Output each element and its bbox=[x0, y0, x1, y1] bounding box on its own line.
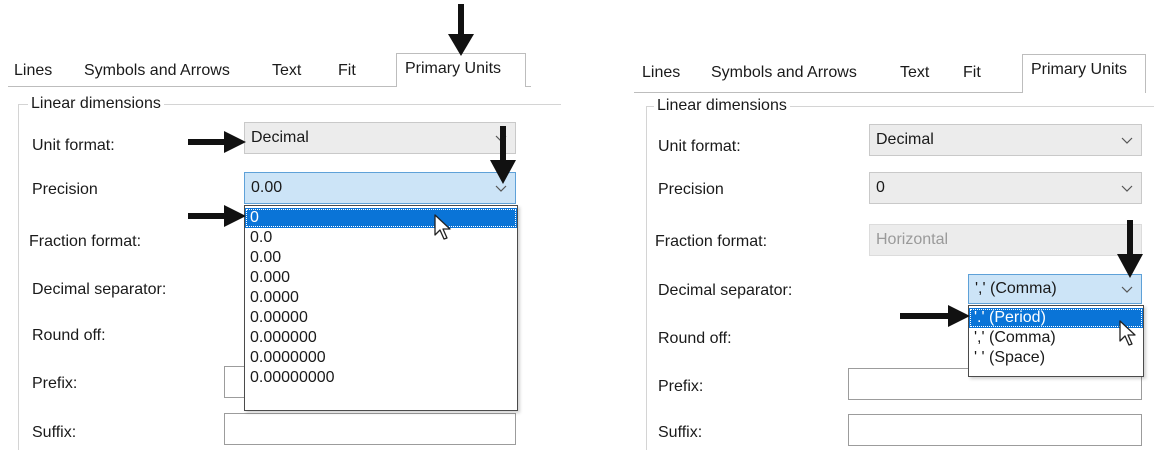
down-arrow-annotation-icon bbox=[448, 4, 474, 61]
decimal-separator-label: Decimal separator: bbox=[658, 282, 793, 299]
prefix-label: Prefix: bbox=[658, 378, 704, 395]
decimal-separator-value: ',' (Comma) bbox=[975, 280, 1057, 297]
unit-format-value: Decimal bbox=[876, 131, 934, 148]
down-arrow-annotation-icon bbox=[1117, 220, 1143, 283]
unit-format-value: Decimal bbox=[251, 129, 309, 146]
precision-option[interactable]: 0.00 bbox=[245, 248, 517, 268]
right-arrow-annotation-icon bbox=[900, 305, 970, 332]
precision-option[interactable]: 0.00000000 bbox=[245, 368, 517, 388]
mouse-pointer-icon bbox=[1118, 320, 1140, 353]
unit-format-label: Unit format: bbox=[658, 138, 741, 155]
tab-strip-baseline bbox=[8, 86, 396, 87]
precision-option[interactable]: 0.0 bbox=[245, 228, 517, 248]
precision-dropdown-list[interactable]: 0 0.0 0.00 0.000 0.0000 0.00000 0.000000… bbox=[244, 205, 518, 411]
precision-option[interactable]: 0 bbox=[245, 208, 517, 228]
precision-select[interactable]: 0 bbox=[869, 172, 1142, 204]
down-arrow-annotation-icon bbox=[490, 126, 516, 189]
separator-option[interactable]: '.' (Period) bbox=[969, 308, 1143, 328]
precision-label: Precision bbox=[32, 181, 98, 198]
chevron-down-icon[interactable] bbox=[1121, 182, 1133, 194]
tab-fit[interactable]: Fit bbox=[963, 63, 981, 83]
prefix-label: Prefix: bbox=[32, 375, 78, 392]
dimension-style-dialog-left: Lines Symbols and Arrows Text Fit Primar… bbox=[0, 0, 561, 450]
precision-value: 0.00 bbox=[251, 179, 283, 196]
tab-symbols-and-arrows[interactable]: Symbols and Arrows bbox=[711, 63, 857, 83]
tab-primary-units[interactable]: Primary Units bbox=[1022, 54, 1146, 93]
tab-text[interactable]: Text bbox=[272, 61, 301, 81]
dimension-style-dialog-right: Lines Symbols and Arrows Text Fit Primar… bbox=[628, 0, 1154, 450]
tab-text[interactable]: Text bbox=[900, 63, 929, 83]
fraction-format-label: Fraction format: bbox=[655, 233, 768, 250]
chevron-down-icon[interactable] bbox=[1121, 134, 1133, 146]
mouse-pointer-icon bbox=[433, 214, 455, 247]
group-title-linear-dimensions: Linear dimensions bbox=[28, 94, 164, 114]
suffix-input[interactable] bbox=[224, 413, 516, 445]
precision-option[interactable]: 0.00000 bbox=[245, 308, 517, 328]
tab-symbols-and-arrows[interactable]: Symbols and Arrows bbox=[84, 61, 230, 81]
unit-format-select[interactable]: Decimal bbox=[869, 124, 1142, 156]
fraction-format-select: Horizontal bbox=[869, 224, 1142, 256]
precision-option[interactable]: 0.000000 bbox=[245, 328, 517, 348]
precision-option[interactable]: 0.0000000 bbox=[245, 348, 517, 368]
chevron-down-icon[interactable] bbox=[1121, 283, 1133, 295]
separator-option[interactable]: ',' (Comma) bbox=[969, 328, 1143, 348]
tab-strip-baseline bbox=[634, 92, 1024, 93]
precision-option[interactable]: 0.000 bbox=[245, 268, 517, 288]
decimal-separator-label: Decimal separator: bbox=[32, 281, 167, 298]
right-arrow-annotation-icon bbox=[188, 205, 246, 232]
precision-option[interactable]: 0.0000 bbox=[245, 288, 517, 308]
round-off-label: Round off: bbox=[658, 330, 732, 347]
decimal-separator-select[interactable]: ',' (Comma) bbox=[968, 274, 1142, 304]
tab-lines[interactable]: Lines bbox=[14, 61, 52, 81]
tab-lines[interactable]: Lines bbox=[642, 63, 680, 83]
right-arrow-annotation-icon bbox=[188, 131, 246, 158]
suffix-label: Suffix: bbox=[658, 424, 703, 441]
unit-format-label: Unit format: bbox=[32, 137, 115, 154]
precision-select[interactable]: 0.00 bbox=[244, 172, 516, 204]
separator-option[interactable]: ' ' (Space) bbox=[969, 348, 1143, 368]
fraction-format-value: Horizontal bbox=[876, 231, 949, 248]
suffix-label: Suffix: bbox=[32, 424, 77, 441]
precision-label: Precision bbox=[658, 181, 724, 198]
fraction-format-label: Fraction format: bbox=[29, 233, 142, 250]
precision-value: 0 bbox=[876, 179, 885, 196]
unit-format-select[interactable]: Decimal bbox=[244, 122, 516, 154]
round-off-label: Round off: bbox=[32, 327, 106, 344]
suffix-input[interactable] bbox=[848, 414, 1142, 446]
tab-fit[interactable]: Fit bbox=[338, 61, 356, 81]
group-title-linear-dimensions: Linear dimensions bbox=[654, 96, 790, 116]
